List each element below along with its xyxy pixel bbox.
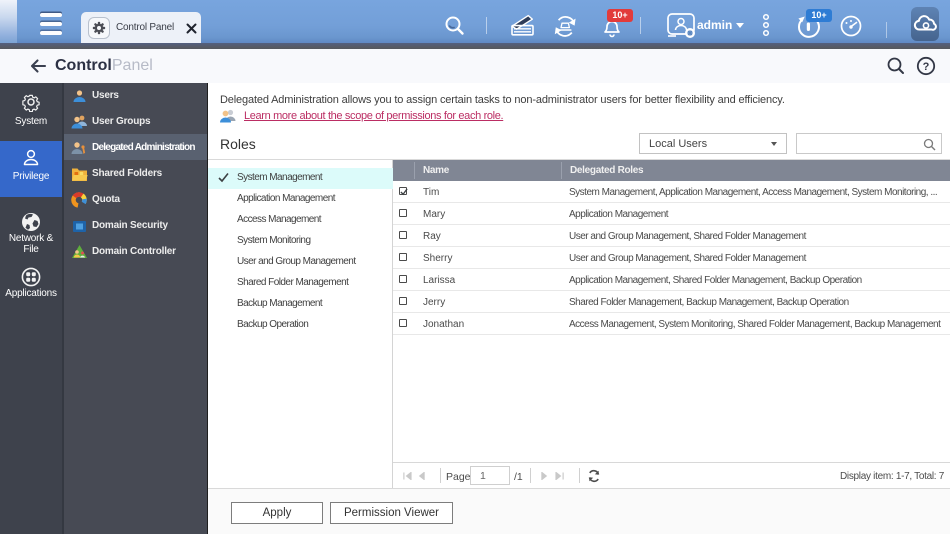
- svg-text:?: ?: [923, 61, 930, 73]
